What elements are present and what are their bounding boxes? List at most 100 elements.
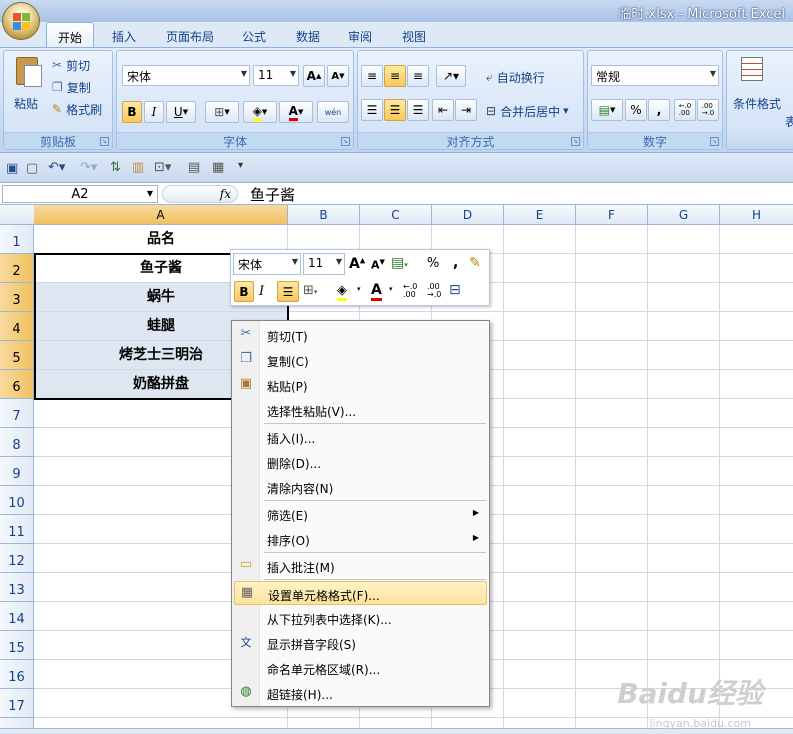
row-header-7[interactable]: 7: [0, 399, 34, 428]
menu-item-hyperlink[interactable]: ◍ 超链接(H)...: [234, 681, 487, 705]
row-header-9[interactable]: 9: [0, 457, 34, 486]
mini-center-align-icon[interactable]: ☰: [277, 281, 299, 302]
tab-view[interactable]: 视图: [392, 22, 436, 48]
row-header-3[interactable]: 3: [0, 283, 34, 312]
increase-indent-icon[interactable]: ⇥: [455, 99, 477, 121]
align-middle-icon[interactable]: ≡: [384, 65, 406, 87]
redo-icon[interactable]: ↷▾: [80, 160, 97, 175]
font-launcher-icon[interactable]: ↘: [341, 137, 350, 146]
orientation-icon[interactable]: ↗▾: [436, 65, 466, 87]
bold-button[interactable]: B: [122, 101, 142, 123]
row-header-4[interactable]: 4: [0, 312, 34, 341]
mini-grow-font-icon[interactable]: A▲: [349, 256, 365, 272]
tab-page-layout[interactable]: 页面布局: [158, 22, 222, 48]
conditional-format-icon[interactable]: [741, 57, 769, 85]
paste-icon[interactable]: [12, 55, 44, 89]
copy-button[interactable]: ❐ 复制: [52, 77, 91, 97]
menu-item-paste[interactable]: ▣ 粘贴(P): [234, 373, 487, 397]
mini-font-size-select[interactable]: 11 ▼: [303, 253, 345, 275]
shrink-font-button[interactable]: A ▼: [327, 65, 349, 87]
mini-increase-decimal-icon[interactable]: ←.0.00: [403, 283, 417, 299]
row-header-6[interactable]: 6: [0, 370, 34, 399]
column-header-f[interactable]: F: [576, 205, 648, 225]
undo-icon[interactable]: ↶▾: [48, 160, 65, 175]
mini-borders-icon[interactable]: ⊞▾: [303, 283, 317, 298]
menu-item-insert-comment[interactable]: ▭ 插入批注(M): [234, 554, 487, 578]
menu-item-delete[interactable]: 删除(D)...: [234, 450, 487, 474]
column-header-c[interactable]: C: [360, 205, 432, 225]
grow-font-button[interactable]: A ▲: [303, 65, 325, 87]
mini-font-color-icon[interactable]: A: [371, 282, 382, 301]
tab-home[interactable]: 开始: [46, 22, 94, 48]
number-launcher-icon[interactable]: ↘: [710, 137, 719, 146]
number-format-select[interactable]: 常规 ▼: [591, 65, 719, 86]
comma-button[interactable]: ,: [648, 99, 670, 121]
row-header-16[interactable]: 16: [0, 660, 34, 689]
align-left-icon[interactable]: ☰: [361, 99, 383, 121]
italic-button[interactable]: I: [144, 101, 164, 123]
row-header-12[interactable]: 12: [0, 544, 34, 573]
menu-item-filter[interactable]: 筛选(E) ▶: [234, 502, 487, 526]
fill-color-button[interactable]: ◈ ▼: [243, 101, 277, 123]
column-header-d[interactable]: D: [432, 205, 504, 225]
row-header-13[interactable]: 13: [0, 573, 34, 602]
font-name-select[interactable]: 宋体 ▼: [122, 65, 250, 86]
row-header-15[interactable]: 15: [0, 631, 34, 660]
align-right-icon[interactable]: ☰: [407, 99, 429, 121]
underline-button[interactable]: U ▼: [166, 101, 196, 123]
decrease-decimal-icon[interactable]: .00 →.0: [697, 99, 719, 121]
chart-icon[interactable]: ▥: [132, 160, 144, 175]
column-header-e[interactable]: E: [504, 205, 576, 225]
mini-merge-icon[interactable]: ⊟: [449, 282, 461, 298]
format-as-table-partial[interactable]: 表: [785, 111, 793, 131]
tab-data[interactable]: 数据: [286, 22, 330, 48]
row-header-5[interactable]: 5: [0, 341, 34, 370]
row-header-10[interactable]: 10: [0, 486, 34, 515]
menu-item-cut[interactable]: ✂ 剪切(T): [234, 323, 487, 347]
menu-item-paste-special[interactable]: 选择性粘贴(V)...: [234, 398, 487, 422]
menu-item-pick-from-list[interactable]: 从下拉列表中选择(K)...: [234, 606, 487, 630]
align-center-icon[interactable]: ☰: [384, 99, 406, 121]
menu-item-name-range[interactable]: 命名单元格区域(R)...: [234, 656, 487, 680]
borders-button[interactable]: ⊞ ▼: [205, 101, 239, 123]
font-size-select[interactable]: 11 ▼: [253, 65, 299, 86]
mini-italic-button[interactable]: I: [259, 284, 264, 299]
increase-decimal-icon[interactable]: ←.0.00: [674, 99, 696, 121]
alignment-launcher-icon[interactable]: ↘: [571, 137, 580, 146]
mini-comma-button[interactable]: ,: [453, 255, 458, 271]
insert-function-button[interactable]: fx: [162, 185, 238, 203]
font-color-button[interactable]: A ▼: [279, 101, 313, 123]
new-file-icon[interactable]: ▢: [26, 161, 38, 176]
mini-font-name-select[interactable]: 宋体 ▼: [233, 253, 301, 275]
percent-button[interactable]: %: [625, 99, 647, 121]
tab-insert[interactable]: 插入: [102, 22, 146, 48]
phonetic-button[interactable]: wén: [317, 101, 349, 123]
wrap-text-button[interactable]: ⤶ 自动换行: [486, 67, 545, 87]
form-icon[interactable]: ▤: [188, 160, 200, 175]
clipboard-launcher-icon[interactable]: ↘: [100, 137, 109, 146]
column-header-h[interactable]: H: [720, 205, 793, 225]
menu-item-copy[interactable]: ❐ 复制(C): [234, 348, 487, 372]
mini-currency-icon[interactable]: ▤▾: [391, 255, 408, 271]
mini-percent-button[interactable]: %: [427, 256, 439, 271]
name-box[interactable]: A2 ▼: [2, 185, 158, 203]
mini-fill-color-icon[interactable]: ◈: [337, 283, 347, 301]
row-header-1[interactable]: 1: [0, 225, 34, 254]
tab-formulas[interactable]: 公式: [232, 22, 276, 48]
table-icon[interactable]: ▦: [212, 160, 224, 175]
menu-item-clear-contents[interactable]: 清除内容(N): [234, 475, 487, 499]
row-header-11[interactable]: 11: [0, 515, 34, 544]
column-header-a[interactable]: A: [34, 205, 288, 225]
currency-button[interactable]: ▤ ▼: [591, 99, 623, 121]
conditional-format-button[interactable]: 条件格式: [733, 93, 781, 113]
cut-button[interactable]: ✂ 剪切: [52, 55, 90, 75]
align-bottom-icon[interactable]: ≡: [407, 65, 429, 87]
paste-button[interactable]: 粘贴: [14, 93, 38, 113]
row-header-2[interactable]: 2: [0, 254, 34, 283]
menu-item-show-phonetic[interactable]: 文 显示拼音字段(S): [234, 631, 487, 655]
customize-toolbar-icon[interactable]: ▾: [238, 160, 243, 171]
align-top-icon[interactable]: ≡: [361, 65, 383, 87]
mini-bold-button[interactable]: B: [234, 281, 254, 302]
decrease-indent-icon[interactable]: ⇤: [432, 99, 454, 121]
print-preview-icon[interactable]: ⊡▾: [154, 160, 171, 175]
